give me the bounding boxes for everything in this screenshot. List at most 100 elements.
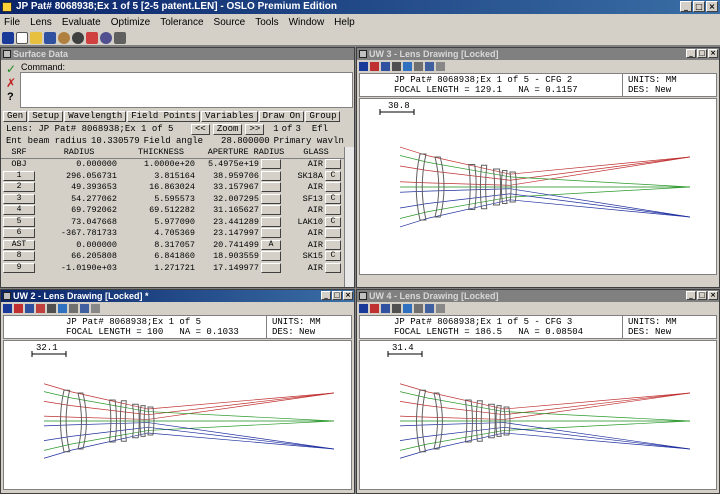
uw3-maximize-button[interactable]: □ xyxy=(697,49,707,58)
aperture-option-button[interactable]: A xyxy=(261,239,281,250)
tool-icon[interactable] xyxy=(370,61,379,71)
lens-icon[interactable] xyxy=(381,61,390,71)
tool-icon[interactable] xyxy=(370,303,379,313)
aperture-cell[interactable]: 18.903559 xyxy=(197,251,261,261)
glass-cell[interactable]: AIR xyxy=(285,228,325,238)
glass-option-button[interactable] xyxy=(325,228,341,239)
thickness-cell[interactable]: 69.512282 xyxy=(119,205,197,215)
uw3-minimize-button[interactable]: _ xyxy=(686,49,696,58)
radius-cell[interactable]: 296.056731 xyxy=(37,171,119,181)
globe-icon[interactable] xyxy=(100,31,112,44)
aperture-cell[interactable]: 33.157967 xyxy=(197,182,261,192)
maximize-button[interactable]: □ xyxy=(693,1,705,12)
new-file-icon[interactable] xyxy=(16,31,28,44)
gen-button[interactable]: Gen xyxy=(3,111,28,122)
copy-icon[interactable] xyxy=(91,303,100,313)
radius-cell[interactable]: 0.000000 xyxy=(37,240,119,250)
menu-evaluate[interactable]: Evaluate xyxy=(62,17,101,28)
aperture-cell[interactable]: 38.959706 xyxy=(197,171,261,181)
aperture-option-button[interactable] xyxy=(261,228,281,239)
aperture-cell[interactable]: 23.147997 xyxy=(197,228,261,238)
srf-cell[interactable]: 8 xyxy=(3,251,35,262)
aperture-option-button[interactable] xyxy=(261,216,281,227)
lens-icon[interactable] xyxy=(381,303,390,313)
zoom-icon[interactable] xyxy=(47,303,56,313)
aperture-cell[interactable]: 23.441289 xyxy=(197,217,261,227)
aperture-option-button[interactable] xyxy=(261,205,281,216)
print-icon[interactable] xyxy=(403,61,412,71)
glass-option-button[interactable] xyxy=(325,205,341,216)
srf-cell[interactable]: 4 xyxy=(3,205,35,216)
grid-icon[interactable] xyxy=(359,61,368,71)
layout-icon[interactable] xyxy=(425,61,434,71)
srf-cell[interactable]: AST xyxy=(3,239,35,250)
radius-cell[interactable]: 73.047668 xyxy=(37,217,119,227)
uw4-close-button[interactable]: × xyxy=(708,291,718,300)
command-input[interactable] xyxy=(20,72,353,108)
glass-cell[interactable]: AIR xyxy=(285,240,325,250)
glass-option-button[interactable]: C xyxy=(325,170,341,181)
srf-cell[interactable]: 5 xyxy=(3,216,35,227)
aperture-cell[interactable]: 31.165627 xyxy=(197,205,261,215)
thickness-cell[interactable]: 3.815164 xyxy=(119,171,197,181)
field-points-button[interactable]: Field Points xyxy=(127,111,201,122)
barcode-icon[interactable] xyxy=(69,303,78,313)
glass-cell[interactable]: AIR xyxy=(285,205,325,215)
variables-button[interactable]: Variables xyxy=(201,111,258,122)
menu-file[interactable]: File xyxy=(4,17,20,28)
radius-cell[interactable]: 49.393653 xyxy=(37,182,119,192)
close-button[interactable]: × xyxy=(706,1,718,12)
lens-icon[interactable] xyxy=(25,303,34,313)
glass-option-button[interactable] xyxy=(325,239,341,250)
save-icon[interactable] xyxy=(44,31,56,44)
menu-lens[interactable]: Lens xyxy=(30,17,52,28)
table-scrollbar[interactable] xyxy=(344,147,354,287)
zoom-icon[interactable] xyxy=(392,61,401,71)
thickness-cell[interactable]: 4.705369 xyxy=(119,228,197,238)
glass-option-button[interactable]: C xyxy=(325,251,341,262)
aperture-cell[interactable]: 32.007295 xyxy=(197,194,261,204)
zoom-icon[interactable] xyxy=(392,303,401,313)
glass-cell[interactable]: AIR xyxy=(285,182,325,192)
uw4-minimize-button[interactable]: _ xyxy=(686,291,696,300)
radius-cell[interactable]: 0.000000 xyxy=(37,159,119,169)
srf-cell[interactable]: 1 xyxy=(3,170,35,181)
aperture-option-button[interactable] xyxy=(261,251,281,262)
aperture-cell[interactable]: 20.741499 xyxy=(197,240,261,250)
thickness-cell[interactable]: 8.317057 xyxy=(119,240,197,250)
radius-cell[interactable]: -1.0190e+03 xyxy=(37,263,119,273)
glass-cell[interactable]: AIR xyxy=(285,263,325,273)
glass-cell[interactable]: AIR xyxy=(285,159,325,169)
thickness-cell[interactable]: 1.0000e+20 xyxy=(119,159,197,169)
print-icon[interactable] xyxy=(58,303,67,313)
copy-icon[interactable] xyxy=(436,61,445,71)
radius-cell[interactable]: -367.781733 xyxy=(37,228,119,238)
menu-tolerance[interactable]: Tolerance xyxy=(160,17,203,28)
radius-cell[interactable]: 69.792062 xyxy=(37,205,119,215)
layout-icon[interactable] xyxy=(425,303,434,313)
help-icon[interactable]: ? xyxy=(7,91,14,103)
aperture-option-button[interactable] xyxy=(261,170,281,181)
thickness-cell[interactable]: 16.863024 xyxy=(119,182,197,192)
uw2-close-button[interactable]: × xyxy=(343,291,353,300)
uw2-minimize-button[interactable]: _ xyxy=(321,291,331,300)
uw4-maximize-button[interactable]: □ xyxy=(697,291,707,300)
radius-cell[interactable]: 54.277062 xyxy=(37,194,119,204)
cross-icon[interactable] xyxy=(36,303,45,313)
srf-cell[interactable]: 6 xyxy=(3,228,35,239)
srf-cell[interactable]: 3 xyxy=(3,193,35,204)
group-button[interactable]: Group xyxy=(305,111,341,122)
print-icon[interactable] xyxy=(403,303,412,313)
glass-cell[interactable]: LAK10 xyxy=(285,217,325,227)
zoom-prev-button[interactable]: << xyxy=(191,123,210,135)
menu-tools[interactable]: Tools xyxy=(255,17,278,28)
zoom-button[interactable]: Zoom xyxy=(212,123,243,135)
menu-optimize[interactable]: Optimize xyxy=(111,17,150,28)
thickness-cell[interactable]: 5.977090 xyxy=(119,217,197,227)
aperture-option-button[interactable] xyxy=(261,262,281,273)
calculator-icon[interactable] xyxy=(114,31,126,44)
check-icon[interactable]: ✓ xyxy=(6,62,16,76)
glass-cell[interactable]: SF13 xyxy=(285,194,325,204)
barcode-icon[interactable] xyxy=(414,61,423,71)
aperture-cell[interactable]: 17.149977 xyxy=(197,263,261,273)
